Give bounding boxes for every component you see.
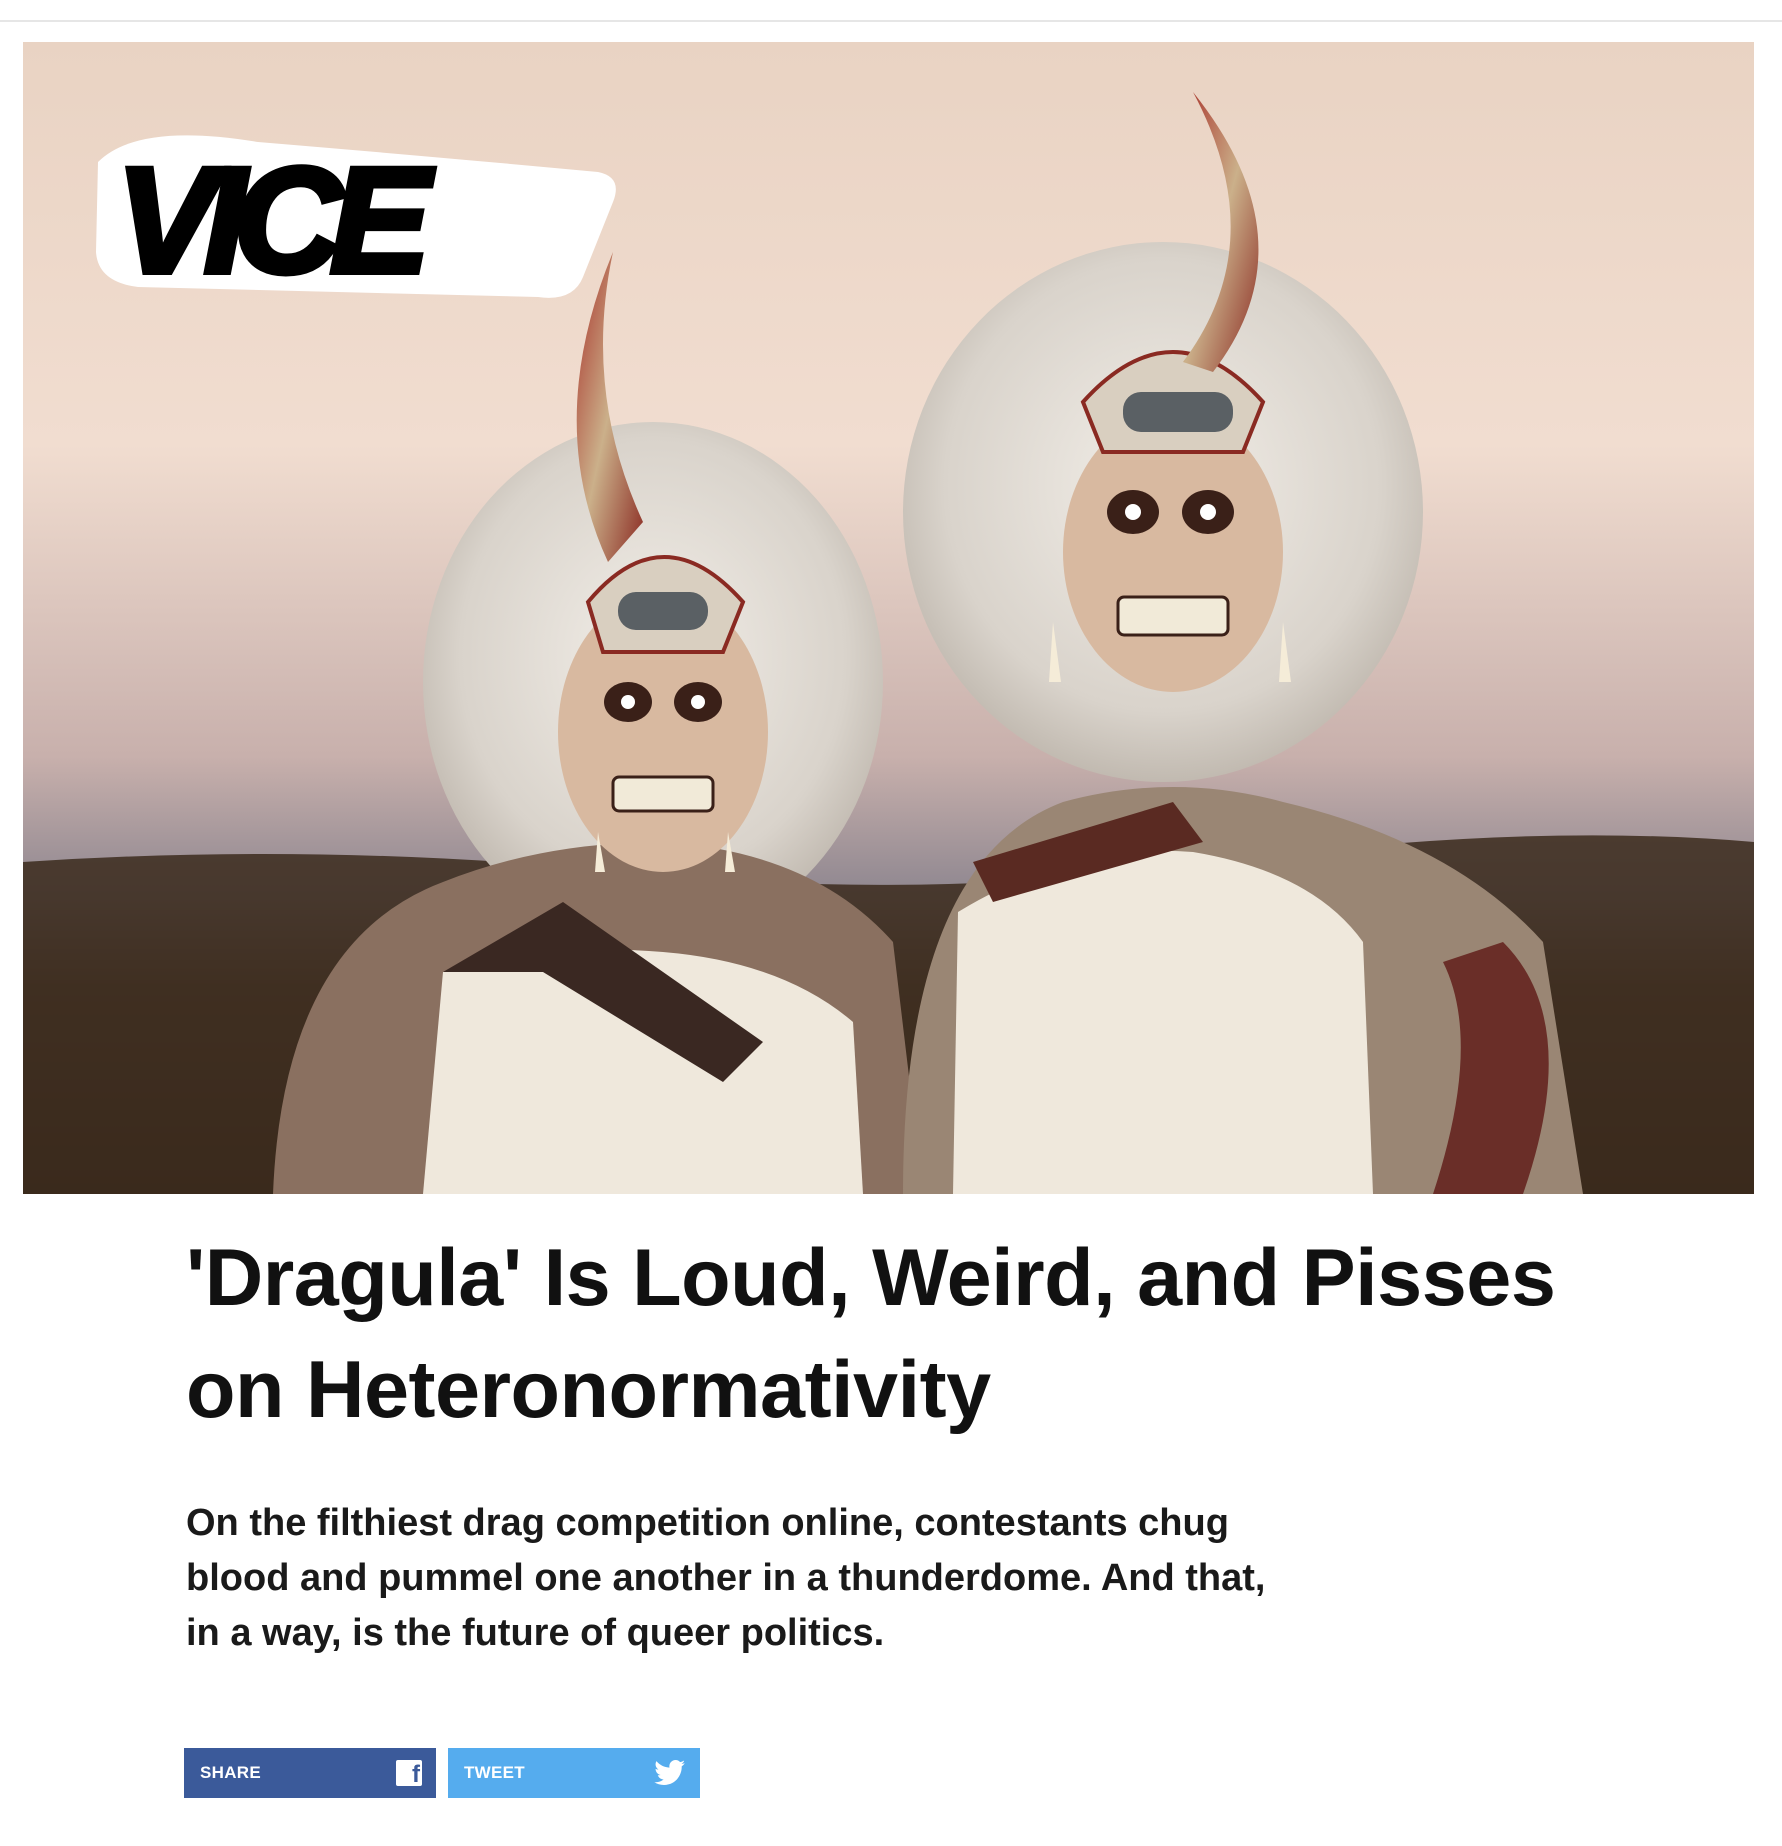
twitter-tweet-label: TWEET bbox=[464, 1763, 525, 1782]
facebook-share-label: SHARE bbox=[200, 1763, 262, 1782]
vice-logo[interactable]: VICE bbox=[78, 102, 638, 317]
article-headline: 'Dragula' Is Loud, Weird, and Pisses on … bbox=[186, 1233, 1556, 1435]
vice-logo-text: VICE bbox=[116, 136, 434, 304]
facebook-share-button[interactable]: SHARE f bbox=[184, 1748, 436, 1798]
article-dek: On the filthiest drag competition online… bbox=[186, 1502, 1266, 1654]
facebook-icon: f bbox=[396, 1760, 422, 1786]
twitter-icon bbox=[654, 1760, 686, 1786]
twitter-tweet-button[interactable]: TWEET bbox=[448, 1748, 700, 1798]
top-divider bbox=[0, 20, 1782, 22]
